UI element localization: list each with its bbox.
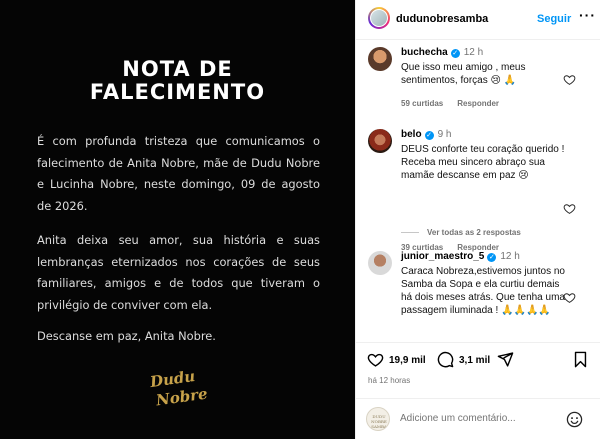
- add-comment-bar: DUDU NOBRE SAMBA: [356, 398, 600, 439]
- share-paper-plane-icon[interactable]: [497, 351, 514, 368]
- posted-time[interactable]: há 12 horas: [368, 376, 410, 385]
- follow-button[interactable]: Seguir: [537, 13, 571, 25]
- view-replies-button[interactable]: Ver todas as 2 respostas: [401, 228, 521, 237]
- post-paragraph-3: Descanse em paz, Anita Nobre.: [37, 329, 216, 343]
- like-comment-heart-icon[interactable]: [563, 73, 576, 86]
- comment-time: 12 h: [463, 47, 484, 58]
- author-avatar[interactable]: [368, 7, 390, 29]
- verified-badge-icon: ✓: [487, 253, 497, 262]
- comment-time: 9 h: [437, 129, 452, 140]
- commenter-username[interactable]: belo: [401, 129, 422, 140]
- more-options-button[interactable]: ···: [579, 7, 596, 23]
- heading-line-1: NOTA DE: [122, 57, 233, 81]
- save-bookmark-icon[interactable]: [572, 351, 589, 368]
- post-image[interactable]: NOTA DE FALECIMENTO É com profunda trist…: [0, 0, 355, 439]
- commenter-avatar[interactable]: [368, 129, 392, 153]
- comment-meta: 59 curtidas Responder: [401, 99, 513, 108]
- replies-line: [401, 232, 419, 234]
- dudu-nobre-logo: Dudu Nobre: [148, 366, 209, 410]
- post-paragraph-2: Anita deixa seu amor, sua história e sua…: [37, 233, 320, 312]
- likes-count[interactable]: 19,9 mil: [389, 355, 426, 366]
- comment-text: Que isso meu amigo , meus sentimentos, f…: [401, 62, 526, 86]
- current-user-avatar-text: DUDU NOBRE SAMBA: [371, 414, 387, 429]
- post-side-panel: dudunobresamba Seguir ··· buchecha ✓ 12 h …: [355, 0, 600, 439]
- commenter-username[interactable]: buchecha: [401, 47, 448, 58]
- like-comment-heart-icon[interactable]: [563, 291, 576, 304]
- current-user-avatar: DUDU NOBRE SAMBA: [366, 407, 390, 431]
- comment-bubble-icon[interactable]: [437, 351, 454, 368]
- commenter-avatar[interactable]: [368, 47, 392, 71]
- verified-badge-icon: ✓: [450, 49, 460, 58]
- comments-list[interactable]: buchecha ✓ 12 h Que isso meu amigo , meus …: [356, 41, 600, 341]
- verified-badge-icon: ✓: [424, 131, 434, 140]
- like-heart-icon[interactable]: [367, 351, 384, 368]
- view-replies-label: Ver todas as 2 respostas: [427, 228, 521, 237]
- comment-item: junior_maestro_5 ✓ 12 h Caraca Nobreza,est…: [356, 245, 600, 341]
- comment-input[interactable]: [400, 413, 550, 424]
- commenter-username[interactable]: junior_maestro_5: [401, 251, 484, 262]
- comment-item: belo ✓ 9 h DEUS conforte teu coração queri…: [356, 123, 600, 252]
- like-comment-heart-icon[interactable]: [563, 202, 576, 215]
- post-heading: NOTA DE FALECIMENTO: [0, 58, 355, 104]
- comment-header: junior_maestro_5 ✓ 12 h: [401, 251, 520, 262]
- comment-likes[interactable]: 59 curtidas: [401, 99, 443, 108]
- commenter-avatar[interactable]: [368, 251, 392, 275]
- post-paragraph-1: É com profunda tristeza que comunicamos …: [37, 134, 320, 213]
- comment-text: DEUS conforte teu coração querido ! Rece…: [401, 144, 565, 181]
- comment-header: buchecha ✓ 12 h: [401, 47, 483, 58]
- post-header: dudunobresamba Seguir ···: [356, 0, 600, 40]
- comment-item: buchecha ✓ 12 h Que isso meu amigo , meus …: [356, 41, 600, 119]
- comment-text: Caraca Nobreza,estivemos juntos no Samba…: [401, 266, 565, 316]
- comment-time: 12 h: [500, 251, 520, 262]
- author-username[interactable]: dudunobresamba: [396, 13, 488, 25]
- heading-line-2: FALECIMENTO: [89, 80, 266, 104]
- emoji-icon[interactable]: [566, 411, 583, 428]
- reply-button[interactable]: Responder: [457, 99, 499, 108]
- comment-header: belo ✓ 9 h: [401, 129, 451, 140]
- comments-count[interactable]: 3,1 mil: [459, 355, 490, 366]
